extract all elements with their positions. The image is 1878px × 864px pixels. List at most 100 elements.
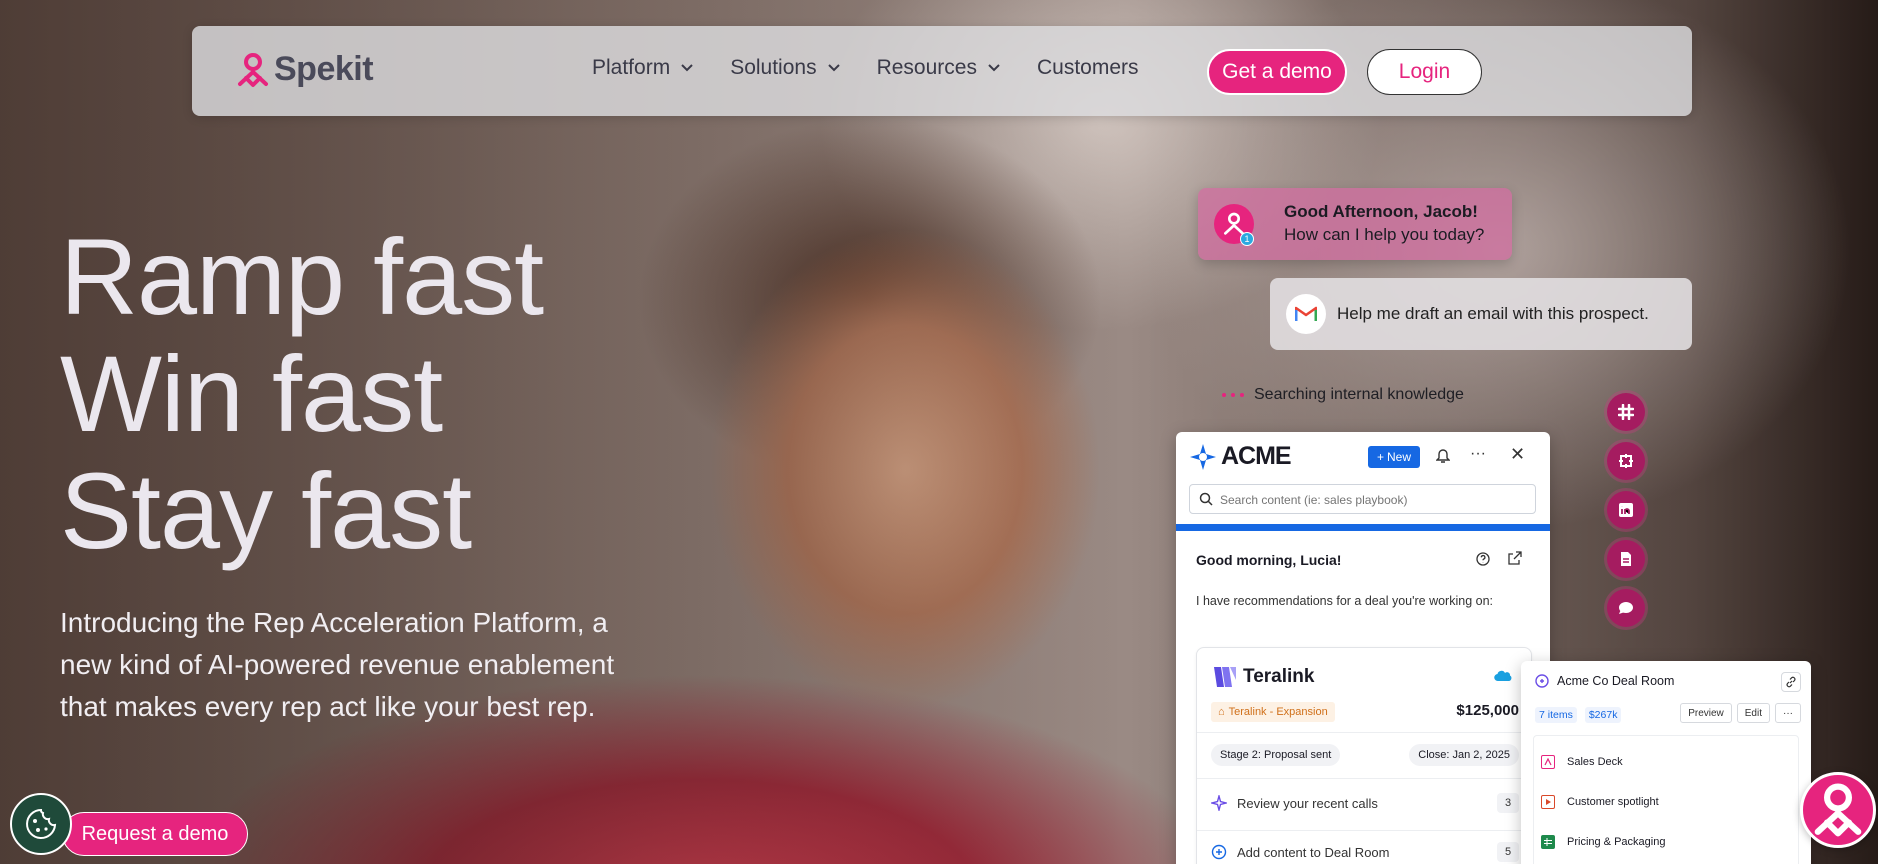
hero-title-line: Stay fast <box>60 450 472 571</box>
bell-icon[interactable] <box>1436 448 1450 464</box>
sparkle-icon <box>1211 795 1227 811</box>
deal-room-icon <box>1535 674 1549 688</box>
task-add-content[interactable]: Add content to Deal Room 5 <box>1211 840 1519 864</box>
slack-icon[interactable] <box>1607 393 1645 431</box>
chevron-down-icon <box>681 64 693 72</box>
logo-text: Spekit <box>274 50 374 88</box>
acme-header: ACME + New ··· ✕ <box>1176 432 1550 524</box>
search-icon <box>1199 492 1213 506</box>
greeting-subtitle: How can I help you today? <box>1284 225 1485 244</box>
top-navbar: Spekit Platform Solutions Resources Cust… <box>192 26 1692 116</box>
teralink-icon <box>1214 667 1236 687</box>
divider <box>1197 830 1531 831</box>
preview-button[interactable]: Preview <box>1680 703 1732 723</box>
chevron-down-icon <box>988 64 1000 72</box>
spekit-logo-icon <box>1814 783 1862 837</box>
divider <box>1197 732 1531 733</box>
task-count: 3 <box>1497 793 1519 813</box>
deal-close-date: Close: Jan 2, 2025 <box>1409 744 1519 766</box>
chat-icon[interactable] <box>1607 589 1645 627</box>
integration-icon[interactable] <box>1607 442 1645 480</box>
close-icon[interactable]: ✕ <box>1510 444 1525 465</box>
deal-tag-label: Teralink - Expansion <box>1228 706 1328 718</box>
linkedin-icon[interactable] <box>1607 491 1645 529</box>
file-name: Pricing & Packaging <box>1567 836 1666 848</box>
notification-badge: 1 <box>1240 232 1254 246</box>
acme-sidebar-panel: ACME + New ··· ✕ Good morning, Lucia! I … <box>1176 432 1550 864</box>
search-input[interactable] <box>1220 489 1520 511</box>
deal-room-meta: 7 items $267k <box>1535 707 1622 723</box>
deal-room-panel: Acme Co Deal Room 7 items $267k Preview … <box>1521 661 1811 864</box>
items-count: 7 items <box>1535 707 1577 723</box>
assistant-greeting-bubble: 1 Good Afternoon, Jacob! How can I help … <box>1198 188 1512 260</box>
salesforce-icon <box>1494 670 1512 682</box>
greeting-title: Good Afternoon, Jacob! <box>1284 202 1478 221</box>
login-button[interactable]: Login <box>1367 49 1482 95</box>
chevron-down-icon <box>827 64 840 72</box>
acme-name: ACME <box>1221 442 1292 470</box>
spekit-logo[interactable]: Spekit <box>236 50 374 89</box>
searching-status: Searching internal knowledge <box>1222 386 1464 404</box>
nav-solutions[interactable]: Solutions <box>730 56 840 80</box>
nav-customers-label: Customers <box>1036 56 1139 79</box>
status-text: Searching internal knowledge <box>1254 386 1464 403</box>
task-count: 5 <box>1497 842 1519 862</box>
nav-solutions-label: Solutions <box>730 56 817 79</box>
document-icon[interactable] <box>1607 540 1645 578</box>
deal-card[interactable]: Teralink ⌂ Teralink - Expansion $125,000… <box>1196 647 1532 864</box>
cookie-icon <box>26 808 57 839</box>
accent-bar <box>1176 524 1550 531</box>
acme-greeting: Good morning, Lucia! <box>1196 552 1342 568</box>
spekit-chat-launcher[interactable] <box>1800 772 1876 848</box>
file-name: Customer spotlight <box>1567 796 1659 808</box>
help-icon[interactable] <box>1476 552 1490 566</box>
file-item[interactable]: Pricing & Packaging <box>1541 835 1665 849</box>
new-button-label: New <box>1387 450 1412 464</box>
request-demo-button[interactable]: Request a demo <box>62 812 248 856</box>
video-file-icon <box>1541 795 1555 809</box>
deal-amount: $125,000 <box>1456 702 1519 719</box>
cookie-settings-button[interactable] <box>10 793 72 855</box>
loading-dots-icon <box>1222 393 1244 397</box>
deal-room-title-text: Acme Co Deal Room <box>1557 674 1675 688</box>
file-item[interactable]: Customer spotlight <box>1541 795 1659 809</box>
pdf-file-icon <box>1541 755 1555 769</box>
task-review-calls[interactable]: Review your recent calls 3 <box>1211 791 1519 815</box>
nav-links: Platform Solutions Resources Customers <box>592 56 1139 80</box>
recommendation-text: I have recommendations for a deal you're… <box>1196 594 1493 608</box>
open-external-icon[interactable] <box>1508 551 1522 565</box>
nav-platform-label: Platform <box>592 56 671 79</box>
plus-icon: + <box>1376 450 1384 464</box>
more-options-icon[interactable]: ··· <box>1470 445 1486 463</box>
add-circle-icon <box>1211 844 1227 860</box>
deal-tag: ⌂ Teralink - Expansion <box>1211 702 1335 722</box>
more-options-icon[interactable]: ··· <box>1775 703 1801 723</box>
nav-resources[interactable]: Resources <box>877 56 1001 80</box>
link-icon[interactable] <box>1781 672 1801 692</box>
edit-button[interactable]: Edit <box>1736 703 1770 723</box>
teralink-logo: Teralink <box>1213 666 1314 688</box>
deal-stage: Stage 2: Proposal sent <box>1211 744 1341 766</box>
acme-logo: ACME <box>1189 442 1292 471</box>
integration-icons <box>1607 393 1645 627</box>
task-label: Review your recent calls <box>1237 795 1378 811</box>
hero-subtitle: Introducing the Rep Acceleration Platfor… <box>60 607 615 722</box>
get-a-demo-button[interactable]: Get a demo <box>1207 49 1347 95</box>
nav-customers[interactable]: Customers <box>1037 56 1139 80</box>
acme-star-icon <box>1190 443 1216 470</box>
divider <box>1197 778 1531 779</box>
new-button[interactable]: + New <box>1368 446 1420 468</box>
file-item[interactable]: Sales Deck <box>1541 755 1623 769</box>
deal-room-title: Acme Co Deal Room <box>1535 674 1674 688</box>
hero-title-line: Win fast <box>60 333 443 454</box>
nav-platform[interactable]: Platform <box>592 56 694 80</box>
prompt-text: Help me draft an email with this prospec… <box>1337 304 1649 323</box>
briefcase-icon: ⌂ <box>1218 706 1225 718</box>
acme-search-field[interactable] <box>1189 484 1536 514</box>
gmail-icon <box>1286 294 1326 334</box>
hero-title-line: Ramp fast <box>60 216 544 337</box>
deal-company: Teralink <box>1243 666 1315 687</box>
hero-title: Ramp fast Win fast Stay fast <box>60 216 544 571</box>
nav-resources-label: Resources <box>876 56 977 79</box>
file-name: Sales Deck <box>1567 756 1623 768</box>
